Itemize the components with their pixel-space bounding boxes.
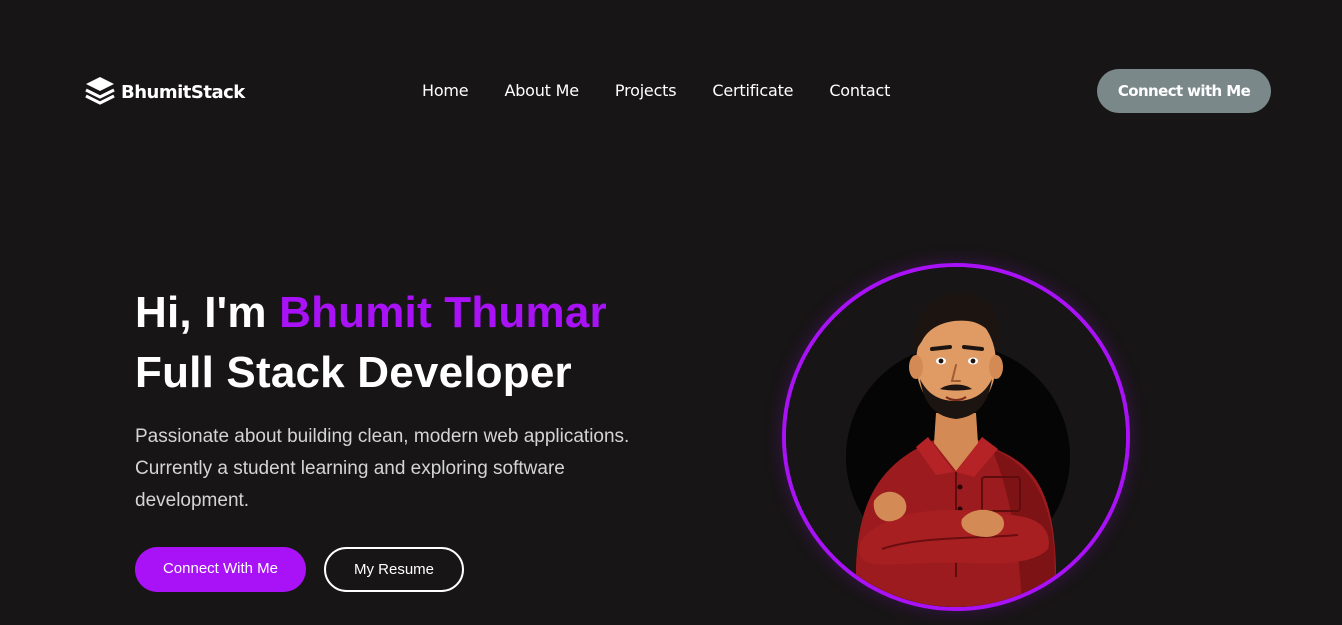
brand-name: BhumitStack — [121, 81, 245, 103]
hero-greeting: Hi, I'm — [135, 288, 267, 337]
avatar — [782, 263, 1130, 611]
developer-avatar-illustration — [786, 267, 1126, 607]
connect-with-me-nav-button[interactable]: Connect with Me — [1097, 69, 1271, 113]
main-nav: Home About Me Projects Certificate Conta… — [422, 81, 890, 101]
stacked-layers-icon — [83, 74, 117, 110]
hero-heading: Hi, I'm Bhumit Thumar Full Stack Develop… — [135, 283, 607, 403]
brand-logo-link[interactable]: BhumitStack — [83, 74, 245, 110]
nav-link-certificate[interactable]: Certificate — [712, 81, 793, 101]
page: BhumitStack Home About Me Projects Certi… — [0, 0, 1342, 625]
nav-link-contact[interactable]: Contact — [829, 81, 890, 101]
hero-description: Passionate about building clean, modern … — [135, 426, 630, 511]
nav-link-home[interactable]: Home — [422, 81, 469, 101]
my-resume-button[interactable]: My Resume — [324, 547, 464, 592]
hero-role: Full Stack Developer — [135, 348, 572, 397]
hero-name: Bhumit Thumar — [279, 288, 607, 337]
connect-with-me-button[interactable]: Connect With Me — [135, 547, 306, 592]
nav-link-projects[interactable]: Projects — [615, 81, 677, 101]
nav-link-about-me[interactable]: About Me — [504, 81, 579, 101]
